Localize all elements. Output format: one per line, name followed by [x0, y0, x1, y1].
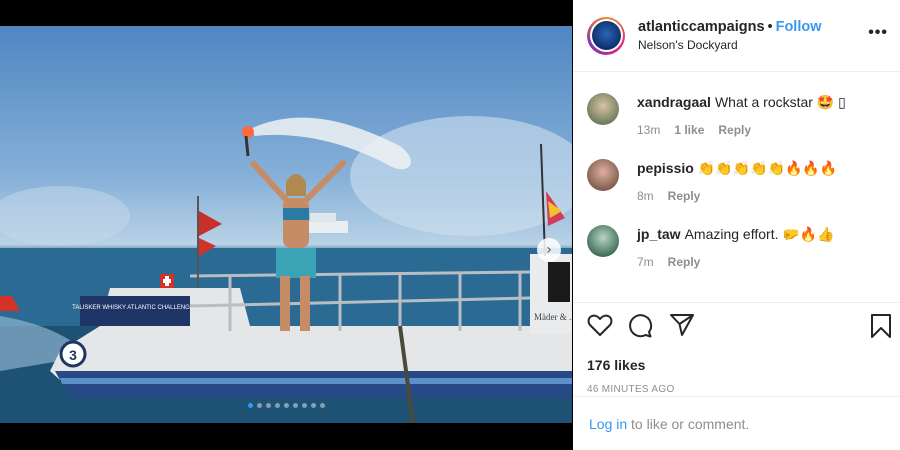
avatar-image: [591, 21, 621, 50]
carousel-dot[interactable]: [301, 403, 307, 408]
post-media[interactable]: 3 TALISKER WHISKY ATLANTIC CHALLENGE Mäd…: [0, 26, 572, 423]
boat-number: 3: [69, 347, 77, 363]
comment-age: 13m: [637, 123, 661, 137]
comment-likes[interactable]: 1 like: [674, 123, 704, 137]
carousel-dot[interactable]: [283, 403, 289, 408]
avatar[interactable]: [587, 16, 625, 55]
boat-sponsor-right: Mäder & ...: [534, 312, 572, 322]
chevron-right-icon: ›: [546, 242, 552, 258]
carousel-dot[interactable]: [274, 403, 280, 408]
comment-username[interactable]: xandragaal: [637, 94, 711, 110]
carousel-dot[interactable]: [310, 403, 316, 408]
separator-dot: •: [767, 19, 773, 35]
comment-text: 👏👏👏👏👏🔥🔥🔥: [697, 160, 838, 176]
comment-age: 7m: [637, 255, 654, 269]
carousel-dots: [0, 403, 572, 408]
comment-avatar[interactable]: [587, 93, 619, 125]
likes-count[interactable]: 176 likes: [587, 357, 886, 373]
carousel-dot[interactable]: [292, 403, 298, 408]
comment-item: jp_taw Amazing effort. 🤛🔥👍 7m Reply: [587, 225, 886, 269]
boat-sponsor-text: TALISKER WHISKY ATLANTIC CHALLENGE: [72, 305, 194, 311]
comment-avatar[interactable]: [587, 159, 619, 191]
login-link[interactable]: Log in: [589, 416, 627, 432]
comment-item: xandragaal What a rockstar 🤩 ▯ 13m 1 like R…: [587, 93, 886, 137]
reply-button[interactable]: Reply: [718, 123, 751, 137]
carousel-dot[interactable]: [265, 403, 271, 408]
bookmark-icon[interactable]: [870, 313, 892, 344]
more-options-icon[interactable]: •••: [868, 24, 888, 42]
post-header: atlanticcampaigns • Follow Nelson's Dockya…: [573, 0, 900, 72]
reply-button[interactable]: Reply: [668, 255, 701, 269]
instagram-post-modal: 3 TALISKER WHISKY ATLANTIC CHALLENGE Mäd…: [0, 0, 900, 450]
comment-item: pepissio 👏👏👏👏👏🔥🔥🔥 8m Reply: [587, 159, 886, 203]
share-icon[interactable]: [669, 313, 695, 342]
comment-age: 8m: [637, 189, 654, 203]
comment-text: Amazing effort. 🤛🔥👍: [684, 226, 835, 242]
comment-icon[interactable]: [627, 313, 653, 344]
comment-text: What a rockstar 🤩 ▯: [714, 94, 846, 110]
carousel-next-button[interactable]: ›: [537, 238, 561, 262]
comment-username[interactable]: jp_taw: [637, 226, 681, 242]
post-sidebar: atlanticcampaigns • Follow Nelson's Dockya…: [573, 0, 900, 450]
comment-username[interactable]: pepissio: [637, 160, 694, 176]
post-timestamp: 46 MINUTES AGO: [587, 384, 675, 395]
comments-list: xandragaal What a rockstar 🤩 ▯ 13m 1 like R…: [573, 93, 900, 325]
follow-button[interactable]: Follow: [776, 19, 822, 35]
carousel-dot[interactable]: [256, 403, 262, 408]
comment-avatar[interactable]: [587, 225, 619, 257]
post-actions: 176 likes 46 MINUTES AGO: [573, 302, 900, 395]
reply-button[interactable]: Reply: [668, 189, 701, 203]
login-prompt-text: to like or comment.: [627, 416, 750, 432]
username-link[interactable]: atlanticcampaigns: [638, 19, 765, 35]
login-prompt: Log in to like or comment.: [573, 396, 900, 450]
carousel-dot[interactable]: [247, 403, 253, 408]
location-link[interactable]: Nelson's Dockyard: [638, 38, 822, 52]
heart-icon[interactable]: [587, 313, 613, 342]
photo-scene: 3 TALISKER WHISKY ATLANTIC CHALLENGE Mäd…: [0, 116, 572, 423]
carousel-dot[interactable]: [319, 403, 325, 408]
